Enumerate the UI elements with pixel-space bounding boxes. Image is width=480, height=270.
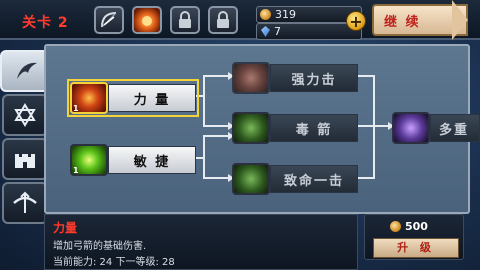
upgrade-cost-value: 500 — [405, 220, 428, 233]
agility-level: 1 — [73, 166, 79, 175]
fatal-shot-skill-icon — [232, 163, 270, 195]
skill-description-text: 增加弓箭的基础伤害. — [53, 241, 147, 252]
castle-icon — [15, 154, 35, 168]
skill-node-poison-arrow[interactable]: 毒 箭 — [232, 112, 358, 144]
power-shot-label: 强力击 — [270, 64, 358, 92]
skill-description-stats: 当前能力: 24 下一等级: 28 — [53, 257, 175, 268]
skill-node-fatal-shot[interactable]: 致命一击 — [232, 163, 358, 195]
poison-arrow-skill-icon — [232, 112, 270, 144]
skill-slot-locked-1[interactable] — [170, 6, 200, 34]
skill-slot-fire[interactable] — [132, 6, 162, 34]
skill-node-power-shot[interactable]: 强力击 — [232, 62, 358, 94]
resources: 319 7 — [256, 4, 362, 40]
category-tabs — [0, 44, 54, 270]
coin-value: 319 — [275, 8, 296, 21]
bow-skill-icon — [101, 12, 117, 28]
add-currency-button[interactable]: + — [346, 11, 366, 31]
fire-skill-icon — [142, 16, 152, 26]
skill-node-multi-shot[interactable]: 多重 — [392, 112, 480, 144]
tab-star[interactable] — [2, 94, 48, 136]
agility-skill-icon: 1 — [70, 144, 108, 176]
upgrade-panel: 500 升 级 — [364, 214, 464, 260]
level-label: 关卡 2 — [22, 15, 69, 31]
gem-value: 7 — [274, 25, 281, 38]
poison-arrow-label: 毒 箭 — [270, 114, 358, 142]
skill-node-agility[interactable]: 1 敏 捷 — [70, 144, 196, 176]
continue-arrow-icon — [452, 0, 468, 40]
upgrade-cost: 500 — [387, 220, 428, 233]
skill-slot-locked-2[interactable] — [208, 6, 238, 34]
agility-label: 敏 捷 — [108, 146, 196, 174]
gem-icon — [261, 26, 270, 37]
skill-description-title: 力量 — [53, 221, 78, 235]
tab-castle[interactable] — [2, 138, 48, 180]
lock-icon — [179, 11, 191, 28]
skill-node-strength[interactable]: 1 力 量 — [67, 79, 199, 117]
star-of-david-icon — [14, 103, 36, 127]
skill-slot-bow[interactable] — [94, 6, 124, 34]
tab-crossbow[interactable] — [2, 182, 48, 224]
upgrade-button[interactable]: 升 级 — [373, 238, 459, 258]
strength-skill-icon: 1 — [70, 82, 108, 114]
multi-shot-skill-icon — [392, 112, 430, 144]
skill-description: 力量 增加弓箭的基础伤害. 当前能力: 24 下一等级: 28 — [44, 214, 358, 270]
lock-icon — [217, 11, 229, 28]
crossbow-icon — [13, 191, 37, 213]
wing-icon — [17, 62, 37, 79]
strength-label: 力 量 — [108, 84, 196, 112]
strength-level: 1 — [73, 104, 79, 113]
multi-shot-label: 多重 — [430, 114, 480, 142]
coin-icon — [390, 221, 401, 232]
coin-icon — [260, 9, 271, 20]
continue-label: 继 续 — [384, 14, 421, 30]
fatal-shot-label: 致命一击 — [270, 165, 358, 193]
power-shot-skill-icon — [232, 62, 270, 94]
